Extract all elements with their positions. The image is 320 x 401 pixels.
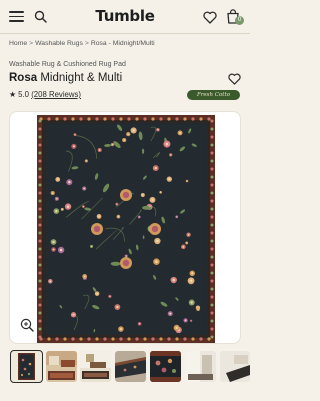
rug-image	[37, 115, 215, 343]
star-icon: ★	[9, 90, 16, 99]
breadcrumb-home[interactable]: Home	[9, 40, 27, 47]
product-subtitle: Washable Rug & Cushioned Rug Pad	[9, 61, 126, 68]
product-variant: Midnight & Multi	[40, 72, 123, 84]
zoom-icon[interactable]	[20, 318, 34, 332]
thumbnail-detail-2[interactable]	[150, 351, 181, 382]
brand-badge: Fresh Cotto	[187, 90, 240, 100]
product-image-card[interactable]	[9, 111, 241, 344]
breadcrumb-separator: >	[29, 40, 34, 47]
heart-icon[interactable]	[203, 11, 217, 24]
header: Tumble 0	[0, 0, 250, 34]
thumbnail-gallery	[9, 350, 250, 383]
thumbnail-room-2[interactable]	[80, 351, 111, 382]
product-name: Rosa	[9, 72, 38, 84]
wishlist-heart-icon[interactable]	[228, 73, 241, 85]
thumbnail-room-1[interactable]	[46, 351, 77, 382]
breadcrumb-separator: >	[84, 40, 89, 47]
product-title: Rosa Midnight & Multi	[9, 72, 122, 84]
breadcrumb-current: Rosa - Midnight/Multi	[90, 40, 155, 47]
breadcrumb-washable-rugs[interactable]: Washable Rugs	[35, 40, 83, 47]
reviews-link[interactable]: (208 Reviews)	[31, 90, 81, 99]
cart-count-badge: 0	[235, 16, 244, 25]
thumbnail-room-4[interactable]	[220, 351, 250, 382]
breadcrumb: Home > Washable Rugs > Rosa - Midnight/Multi	[9, 40, 155, 47]
rating: ★ 5.0 (208 Reviews)	[9, 90, 81, 99]
thumbnail-room-3[interactable]	[185, 351, 216, 382]
rating-value: 5.0	[18, 90, 30, 99]
thumbnail-rug[interactable]	[10, 350, 43, 383]
thumbnail-detail-1[interactable]	[115, 351, 146, 382]
